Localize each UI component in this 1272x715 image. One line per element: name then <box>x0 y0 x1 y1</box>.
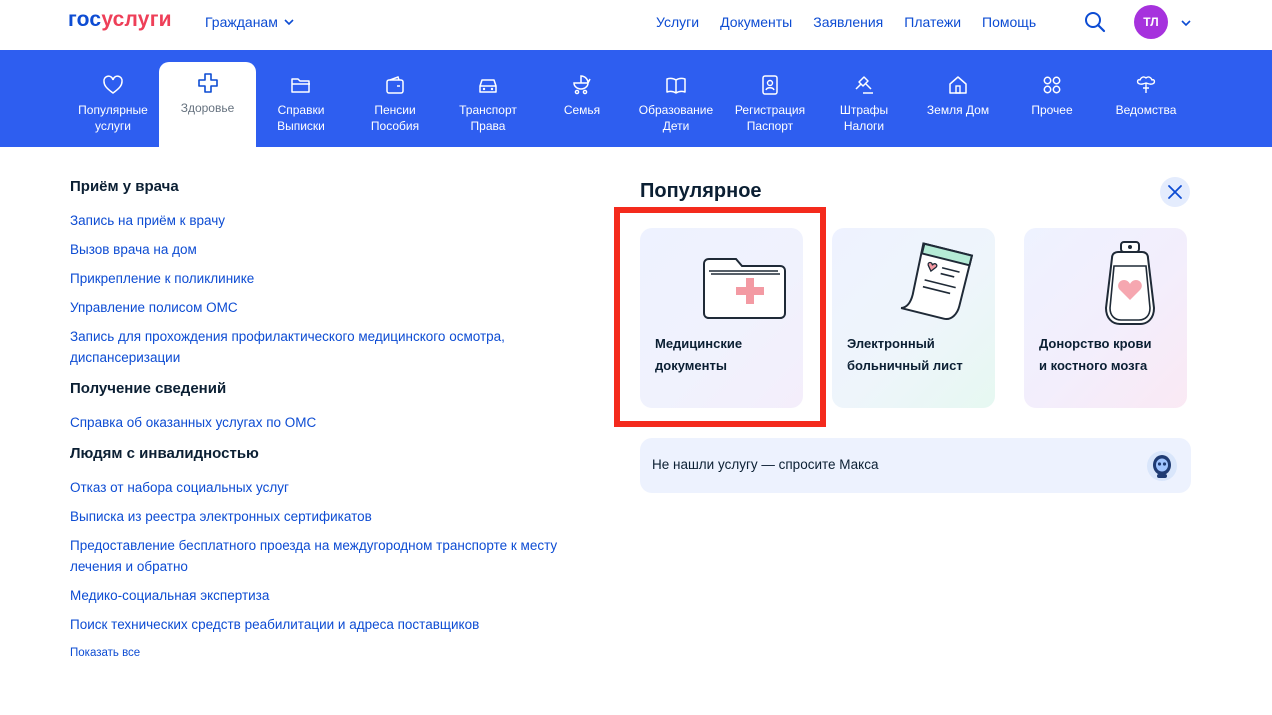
blood-bag-icon <box>1104 241 1156 325</box>
category-education[interactable]: Образование Дети <box>629 62 723 147</box>
book-icon <box>666 77 686 94</box>
logo-part-2: услуги <box>101 8 172 31</box>
heart-icon <box>103 75 123 94</box>
category-other[interactable]: Прочее <box>1005 62 1099 147</box>
section-disability: Людям с инвалидностью Отказ от набора со… <box>70 445 590 635</box>
service-link[interactable]: Управление полисом ОМС <box>70 297 590 318</box>
section-doctor: Приём у врача Запись на приём к врачу Вы… <box>70 178 590 368</box>
category-label: Регистрация <box>734 103 806 117</box>
ask-max-banner[interactable]: Не нашли услугу — спросите Макса <box>640 438 1191 493</box>
category-label: Пособия <box>370 119 420 133</box>
category-label: Здоровье <box>180 101 235 115</box>
card-label-line: и костного мозга <box>1039 358 1148 373</box>
category-health[interactable]: Здоровье <box>159 62 256 147</box>
category-pensions[interactable]: Пенсии Пособия <box>348 62 442 147</box>
category-label: Дети <box>662 119 690 133</box>
card-label: Электронный больничный лист <box>847 333 963 377</box>
search-icon[interactable] <box>1084 11 1106 33</box>
category-label: Налоги <box>843 119 885 133</box>
passport-icon <box>762 75 778 95</box>
category-label: Паспорт <box>746 119 794 133</box>
service-link[interactable]: Вызов врача на дом <box>70 239 590 260</box>
category-label: услуги <box>95 119 131 133</box>
category-label: Семья <box>563 103 601 117</box>
car-icon <box>479 79 497 93</box>
audience-selector[interactable]: Гражданам <box>205 14 294 30</box>
category-label: Справки <box>277 103 325 117</box>
nav-documents[interactable]: Документы <box>720 14 792 30</box>
category-certificates[interactable]: Справки Выписки <box>254 62 348 147</box>
card-label-line: Донорство крови <box>1039 336 1152 351</box>
nav-payments[interactable]: Платежи <box>904 14 961 30</box>
section-info: Получение сведений Справка об оказанных … <box>70 380 590 433</box>
category-label: Штрафы <box>839 103 889 117</box>
avatar[interactable]: ТЛ <box>1134 5 1168 39</box>
stroller-icon <box>573 75 591 95</box>
service-link[interactable]: Прикрепление к поликлинике <box>70 268 590 289</box>
category-transport[interactable]: Транспорт Права <box>441 62 535 147</box>
nav-applications[interactable]: Заявления <box>813 14 883 30</box>
close-button[interactable] <box>1160 177 1190 207</box>
category-label: Популярные <box>78 103 148 117</box>
category-agencies[interactable]: Ведомства <box>1099 62 1193 147</box>
category-family[interactable]: Семья <box>535 62 629 147</box>
card-label: Донорство крови и костного мозга <box>1039 333 1151 377</box>
card-label-line: больничный лист <box>847 358 963 373</box>
category-popular[interactable]: Популярные услуги <box>66 62 160 147</box>
category-label: Земля Дом <box>926 103 990 117</box>
category-label: Ведомства <box>1115 103 1177 117</box>
service-link[interactable]: Предоставление бесплатного проезда на ме… <box>70 535 575 577</box>
category-bar: Популярные услуги Здоровье Справки Выпис… <box>0 50 1272 147</box>
category-label: Пенсии <box>374 103 416 117</box>
house-icon <box>949 76 967 94</box>
category-label: Выписки <box>277 119 325 133</box>
service-link[interactable]: Отказ от набора социальных услуг <box>70 477 590 498</box>
service-link[interactable]: Поиск технических средств реабилитации и… <box>70 614 590 635</box>
chevron-down-icon <box>284 19 294 26</box>
nav-help[interactable]: Помощь <box>982 14 1036 30</box>
service-link[interactable]: Справка об оказанных услугах по ОМС <box>70 412 590 433</box>
health-services-list: Приём у врача Запись на приём к врачу Вы… <box>70 178 590 659</box>
category-land-house[interactable]: Земля Дом <box>911 62 1005 147</box>
category-label: Прочее <box>1031 103 1073 117</box>
highlight-frame <box>614 207 826 427</box>
emblem-icon <box>1136 76 1156 93</box>
service-link[interactable]: Медико-социальная экспертиза <box>70 585 590 606</box>
wallet-icon <box>386 76 404 94</box>
service-link[interactable]: Запись на приём к врачу <box>70 210 590 231</box>
audience-label: Гражданам <box>205 14 278 30</box>
ask-max-text: Не нашли услугу — спросите Макса <box>652 457 879 472</box>
service-link[interactable]: Запись для прохождения профилактического… <box>70 326 570 368</box>
category-label: Образование <box>638 103 714 117</box>
header: госуслуги Гражданам Услуги Документы Зая… <box>0 0 1272 50</box>
close-icon <box>1168 185 1182 199</box>
section-title: Получение сведений <box>70 380 227 397</box>
show-all-link[interactable]: Показать все <box>70 647 590 659</box>
grid-icon <box>1043 76 1061 94</box>
section-title: Приём у врача <box>70 178 179 195</box>
category-label: Права <box>470 119 506 133</box>
popular-card-sick-leave[interactable]: Электронный больничный лист <box>832 228 995 408</box>
service-link[interactable]: Выписка из реестра электронных сертифика… <box>70 506 590 527</box>
top-nav: Услуги Документы Заявления Платежи Помощ… <box>656 14 1036 30</box>
folder-icon <box>291 78 310 93</box>
gavel-icon <box>855 76 873 94</box>
gosuslugi-logo[interactable]: госуслуги <box>68 8 172 32</box>
logo-part-1: гос <box>68 8 102 31</box>
chevron-down-icon[interactable] <box>1181 18 1191 28</box>
nav-services[interactable]: Услуги <box>656 14 699 30</box>
section-title: Людям с инвалидностью <box>70 445 259 462</box>
medical-cross-icon <box>197 73 218 93</box>
category-registration[interactable]: Регистрация Паспорт <box>723 62 817 147</box>
sick-leave-icon <box>900 242 974 321</box>
card-label-line: Электронный <box>847 336 935 351</box>
popular-card-blood-donation[interactable]: Донорство крови и костного мозга <box>1024 228 1187 408</box>
popular-title: Популярное <box>640 180 762 202</box>
category-fines[interactable]: Штрафы Налоги <box>817 62 911 147</box>
category-label: Транспорт <box>459 103 517 117</box>
robot-assistant-icon <box>1147 451 1177 481</box>
